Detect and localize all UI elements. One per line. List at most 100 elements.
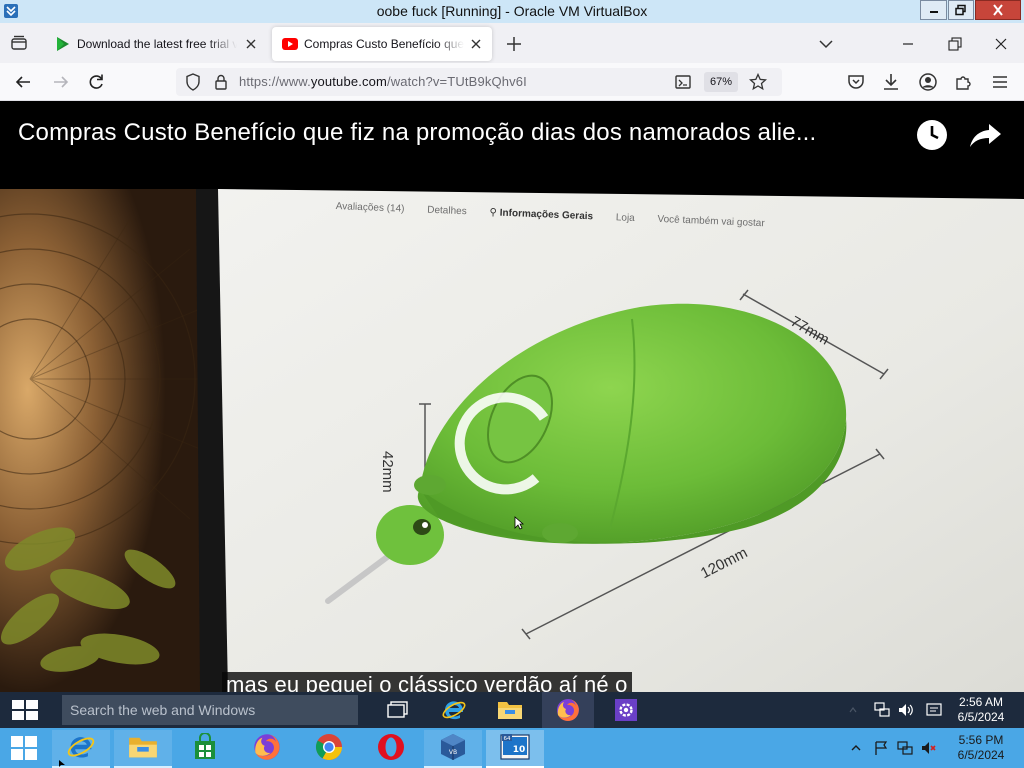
opera-icon: [378, 734, 404, 761]
tab-youtube-video[interactable]: Compras Custo Benefício que fiz: [272, 27, 492, 61]
url-text[interactable]: https://www.youtube.com/watch?v=TUtB9kQh…: [239, 74, 527, 89]
url-prefix: https://www.: [239, 74, 311, 89]
back-arrow-icon[interactable]: [12, 71, 34, 93]
guest-start-button[interactable]: [0, 692, 50, 728]
product-tab-details: Detalhes: [427, 204, 467, 218]
windows-logo-icon: [12, 700, 38, 720]
firefox-icon: [254, 734, 280, 761]
tracking-protection-shield-icon[interactable]: [185, 73, 201, 91]
network-icon[interactable]: [897, 740, 913, 756]
firefox-view-icon[interactable]: [8, 33, 30, 53]
hamburger-menu-icon[interactable]: [989, 71, 1011, 93]
url-bar[interactable]: https://www.youtube.com/watch?v=TUtB9kQh…: [176, 68, 782, 96]
host-firefox-button[interactable]: [238, 730, 296, 768]
guest-taskbar: Search the web and Windows 2:56 AM 6/5/2…: [0, 692, 1024, 728]
browser-close-icon[interactable]: [990, 34, 1012, 54]
close-tab-icon[interactable]: [243, 36, 259, 52]
flag-icon[interactable]: [873, 740, 889, 756]
guest-clock[interactable]: 2:56 AM 6/5/2024: [946, 695, 1016, 725]
guest-clock-time: 2:56 AM: [958, 695, 1004, 709]
host-start-button[interactable]: [0, 728, 48, 768]
guest-firefox-button[interactable]: [542, 692, 594, 728]
play-triangle-icon: [57, 37, 69, 51]
internet-explorer-icon: [67, 736, 95, 758]
close-icon: [993, 4, 1003, 16]
settings-icon: [615, 699, 637, 721]
minimize-icon: [929, 11, 938, 13]
extensions-puzzle-icon[interactable]: [953, 71, 975, 93]
account-icon[interactable]: [917, 71, 939, 93]
internet-explorer-icon: [442, 701, 466, 720]
bookmark-star-icon[interactable]: [749, 73, 767, 91]
chrome-icon: [315, 734, 343, 761]
vm-close-button[interactable]: [975, 0, 1021, 20]
watch-later-clock-icon[interactable]: [916, 119, 948, 151]
volume-icon[interactable]: [897, 701, 915, 719]
close-tab-icon[interactable]: [468, 36, 484, 52]
host-clock[interactable]: 5:56 PM 6/5/2024: [948, 733, 1014, 763]
host-opera-button[interactable]: [362, 730, 420, 768]
guest-search-placeholder: Search the web and Windows: [70, 702, 256, 718]
browser-restore-icon[interactable]: [944, 34, 966, 54]
host-chrome-button[interactable]: [300, 730, 358, 768]
show-hidden-icons-chevron-icon[interactable]: [848, 705, 858, 715]
share-arrow-icon[interactable]: [968, 119, 1004, 151]
pocket-icon[interactable]: [845, 71, 867, 93]
host-clock-date: 6/5/2024: [957, 748, 1005, 762]
video-subtitle: mas eu peguei o clássico verdão aí né o: [222, 672, 632, 692]
product-tab-store: Loja: [615, 212, 635, 224]
screen: oobe fuck [Running] - Oracle VM VirtualB…: [0, 0, 1024, 768]
host-file-explorer-button[interactable]: [114, 730, 172, 768]
browser-nav-bar: https://www.youtube.com/watch?v=TUtB9kQh…: [0, 63, 1024, 101]
location-pin-icon: ⚲: [489, 207, 497, 219]
windows-logo-icon: [11, 736, 37, 760]
virtualbox-icon: VB: [441, 733, 465, 760]
tab-title: Download the latest free trial ve: [77, 37, 237, 51]
youtube-icon: [282, 38, 298, 50]
svg-text:64: 64: [504, 736, 511, 742]
vm-minimize-button[interactable]: [920, 0, 947, 20]
youtube-page: Compras Custo Benefício que fiz na promo…: [0, 101, 1024, 692]
tab-download-trial[interactable]: Download the latest free trial ve: [45, 27, 267, 61]
chevron-down-icon[interactable]: [816, 35, 836, 53]
network-icon[interactable]: [873, 701, 891, 719]
browser-tab-strip: Download the latest free trial ve Compra…: [0, 23, 1024, 63]
guest-search-box[interactable]: Search the web and Windows: [62, 695, 358, 725]
reader-view-icon[interactable]: [674, 73, 692, 91]
reload-icon[interactable]: [85, 71, 107, 93]
mouse-pointer-icon: [514, 516, 524, 530]
new-tab-icon[interactable]: [504, 34, 524, 54]
video-player[interactable]: Avaliações (14) Detalhes ⚲ Informações Ge…: [0, 189, 1024, 692]
guest-task-view-button[interactable]: [372, 692, 424, 728]
url-path: /watch?v=TUtB9kQhv6I: [386, 74, 527, 89]
svg-text:10: 10: [513, 745, 526, 755]
file-explorer-icon: [498, 702, 522, 719]
volume-muted-icon[interactable]: [921, 740, 937, 756]
zoom-level-button[interactable]: 67%: [704, 72, 738, 92]
host-mouse-pointer-icon: [59, 760, 65, 767]
downloads-icon[interactable]: [880, 71, 902, 93]
vm-window-title: oobe fuck [Running] - Oracle VM VirtualB…: [376, 3, 648, 19]
forward-arrow-icon[interactable]: [50, 71, 72, 93]
video-title-bar: Compras Custo Benefício que fiz na promo…: [0, 101, 1024, 189]
guest-file-explorer-button[interactable]: [484, 692, 536, 728]
firefox-icon: [557, 699, 579, 721]
vm-window-titlebar[interactable]: oobe fuck [Running] - Oracle VM VirtualB…: [0, 0, 1024, 23]
file-explorer-icon: [129, 737, 157, 757]
guest-internet-explorer-button[interactable]: [428, 692, 480, 728]
host-store-button[interactable]: [176, 730, 234, 768]
show-hidden-icons-chevron-icon[interactable]: [850, 742, 862, 754]
lock-icon[interactable]: [214, 73, 228, 91]
action-center-icon[interactable]: [925, 701, 943, 719]
vm-restore-button[interactable]: [948, 0, 974, 20]
guest-settings-button[interactable]: [600, 692, 652, 728]
store-icon: [195, 733, 215, 760]
host-virtualbox-button[interactable]: VB: [424, 730, 482, 768]
browser-minimize-icon[interactable]: [897, 34, 919, 54]
url-host: youtube.com: [310, 74, 387, 89]
host-virtualbox-vm-button[interactable]: 64 10: [486, 730, 544, 768]
video-title[interactable]: Compras Custo Benefício que fiz na promo…: [18, 119, 898, 147]
task-view-icon: [387, 701, 408, 718]
svg-text:VB: VB: [449, 749, 457, 756]
virtualbox-vm-icon: 6410: [500, 733, 530, 760]
